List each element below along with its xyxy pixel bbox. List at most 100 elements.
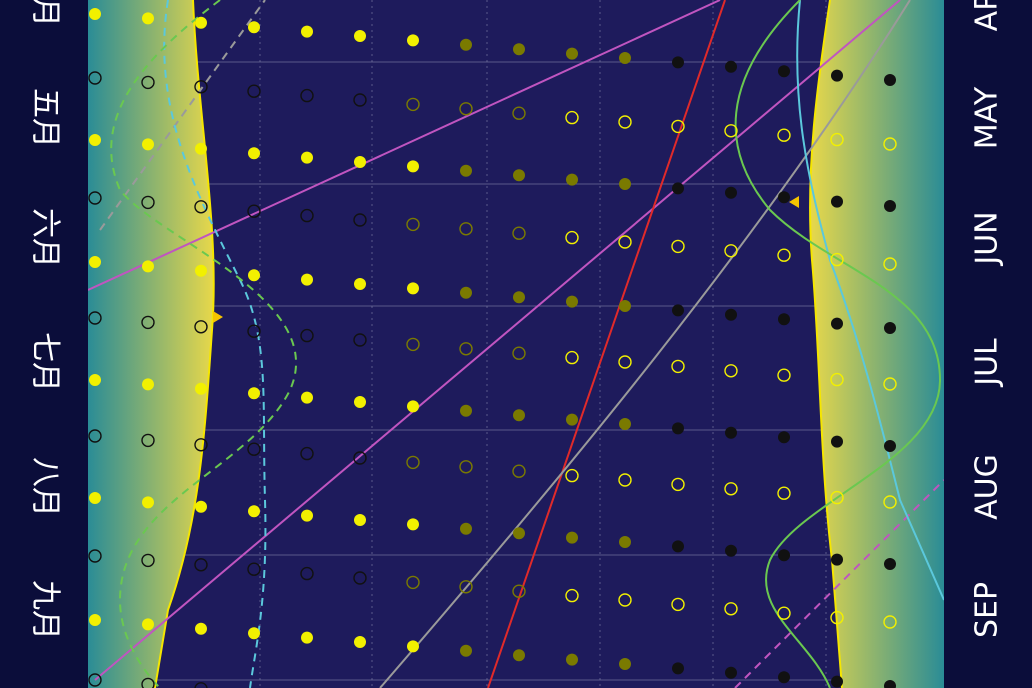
moon-phase-dot [407, 518, 419, 531]
moon-phase-dot [672, 304, 684, 317]
moon-phase-dot [831, 317, 843, 330]
moon-phase-dot [619, 418, 631, 430]
right-month-label: AUG [970, 454, 1005, 520]
moon-phase-dot [460, 522, 472, 535]
moon-phase-dot [566, 413, 578, 426]
moon-phase-dot [513, 409, 525, 422]
moon-phase-dot [566, 47, 578, 60]
right-month-label: JUL [970, 338, 1005, 388]
moon-phase-dot [89, 8, 101, 20]
right-month-label: JUN [970, 211, 1005, 266]
moon-phase-dot [460, 164, 472, 177]
moon-phase-dot [619, 178, 631, 190]
moon-phase-dot [778, 431, 790, 444]
moon-phase-dot [672, 422, 684, 435]
moon-phase-dot [778, 671, 790, 684]
moon-phase-dot [301, 25, 313, 38]
moon-phase-dot [407, 640, 419, 653]
moon-phase-dot [301, 273, 313, 286]
moon-phase-dot [89, 256, 101, 268]
moon-phase-dot [354, 156, 366, 168]
moon-phase-dot [354, 514, 366, 526]
moon-phase-dot [248, 627, 260, 640]
moon-phase-dot [884, 200, 896, 212]
left-month-label: 六月 [28, 208, 63, 268]
left-month-label: 七月 [28, 332, 63, 392]
moon-phase-dot [195, 500, 207, 513]
moon-phase-dot [566, 173, 578, 186]
moon-phase-dot [884, 322, 896, 334]
moon-phase-dot [619, 300, 631, 312]
moon-phase-dot [725, 426, 737, 439]
moon-phase-dot [407, 400, 419, 413]
moon-phase-dot [725, 666, 737, 679]
left-label-partial: 月 [28, 0, 63, 27]
moon-phase-dot [672, 56, 684, 69]
moon-phase-dot [89, 134, 101, 146]
moon-phase-dot [195, 382, 207, 395]
moon-phase-dot [248, 21, 260, 34]
moon-phase-dot [672, 182, 684, 195]
sky-almanac-chart: 月五月六月七月八月九月 AP MAY JUN JUL AUG SEP [0, 0, 1032, 688]
moon-phase-dot [884, 440, 896, 452]
moon-phase-dot [513, 169, 525, 182]
moon-phase-dot [725, 60, 737, 73]
moon-phase-dot [195, 142, 207, 155]
moon-phase-dot [831, 675, 843, 688]
moon-phase-dot [248, 269, 260, 282]
moon-phase-dot [831, 69, 843, 82]
left-month-label: 五月 [28, 88, 63, 148]
moon-phase-dot [619, 52, 631, 64]
moon-phase-dot [248, 147, 260, 160]
moon-phase-dot [354, 636, 366, 648]
moon-phase-dot [460, 286, 472, 299]
moon-phase-dot [301, 631, 313, 644]
moon-phase-dot [142, 618, 154, 631]
moon-phase-dot [248, 387, 260, 400]
moon-phase-dot [89, 614, 101, 626]
moon-phase-dot [619, 536, 631, 548]
left-month-label: 八月 [28, 457, 63, 517]
moon-phase-dot [407, 160, 419, 173]
moon-phase-dot [884, 74, 896, 86]
moon-phase-dot [354, 278, 366, 290]
moon-phase-dot [142, 12, 154, 25]
moon-phase-dot [142, 138, 154, 151]
moon-phase-dot [248, 505, 260, 518]
moon-phase-dot [566, 295, 578, 308]
moon-phase-dot [831, 553, 843, 566]
moon-phase-dot [142, 378, 154, 391]
right-label-partial: AP [970, 0, 1005, 31]
right-month-label: MAY [970, 86, 1005, 149]
moon-phase-dot [407, 34, 419, 47]
moon-phase-dot [89, 492, 101, 504]
moon-phase-dot [89, 374, 101, 386]
moon-phase-dot [778, 549, 790, 562]
moon-phase-dot [566, 531, 578, 544]
moon-phase-dot [566, 653, 578, 666]
moon-phase-dot [513, 291, 525, 304]
moon-phase-dot [460, 38, 472, 51]
moon-phase-dot [195, 622, 207, 635]
moon-phase-dot [672, 540, 684, 553]
moon-phase-dot [513, 527, 525, 540]
moon-phase-dot [672, 662, 684, 675]
moon-phase-dot [195, 264, 207, 277]
moon-phase-dot [831, 195, 843, 208]
moon-phase-dot [725, 544, 737, 557]
moon-phase-dot [725, 308, 737, 321]
moon-phase-dot [195, 16, 207, 29]
moon-phase-dot [778, 191, 790, 204]
moon-phase-dot [513, 649, 525, 662]
moon-phase-dot [619, 658, 631, 670]
moon-phase-dot [725, 186, 737, 199]
left-month-label: 九月 [28, 580, 63, 640]
moon-phase-dot [301, 509, 313, 522]
moon-phase-dot [142, 496, 154, 509]
moon-phase-dot [513, 43, 525, 56]
moon-phase-dot [301, 151, 313, 164]
moon-phase-dot [460, 644, 472, 657]
moon-phase-dot [831, 435, 843, 448]
moon-phase-dot [884, 558, 896, 570]
moon-phase-dot [142, 260, 154, 273]
